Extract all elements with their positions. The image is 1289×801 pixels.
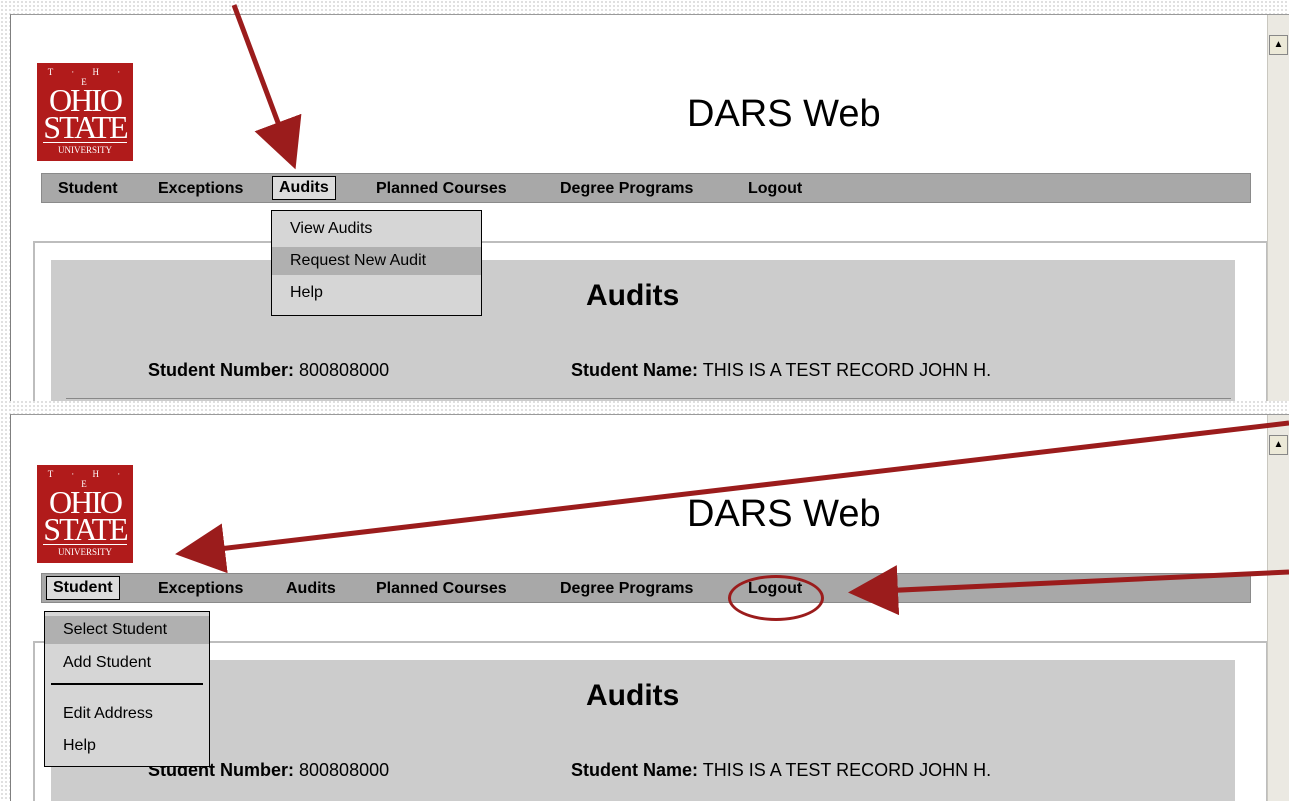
arrow-to-logout [848,565,1289,616]
arrow-to-logo [175,420,1289,574]
annotation-arrows [175,4,1289,616]
arrow-to-audits-menu [231,4,302,170]
